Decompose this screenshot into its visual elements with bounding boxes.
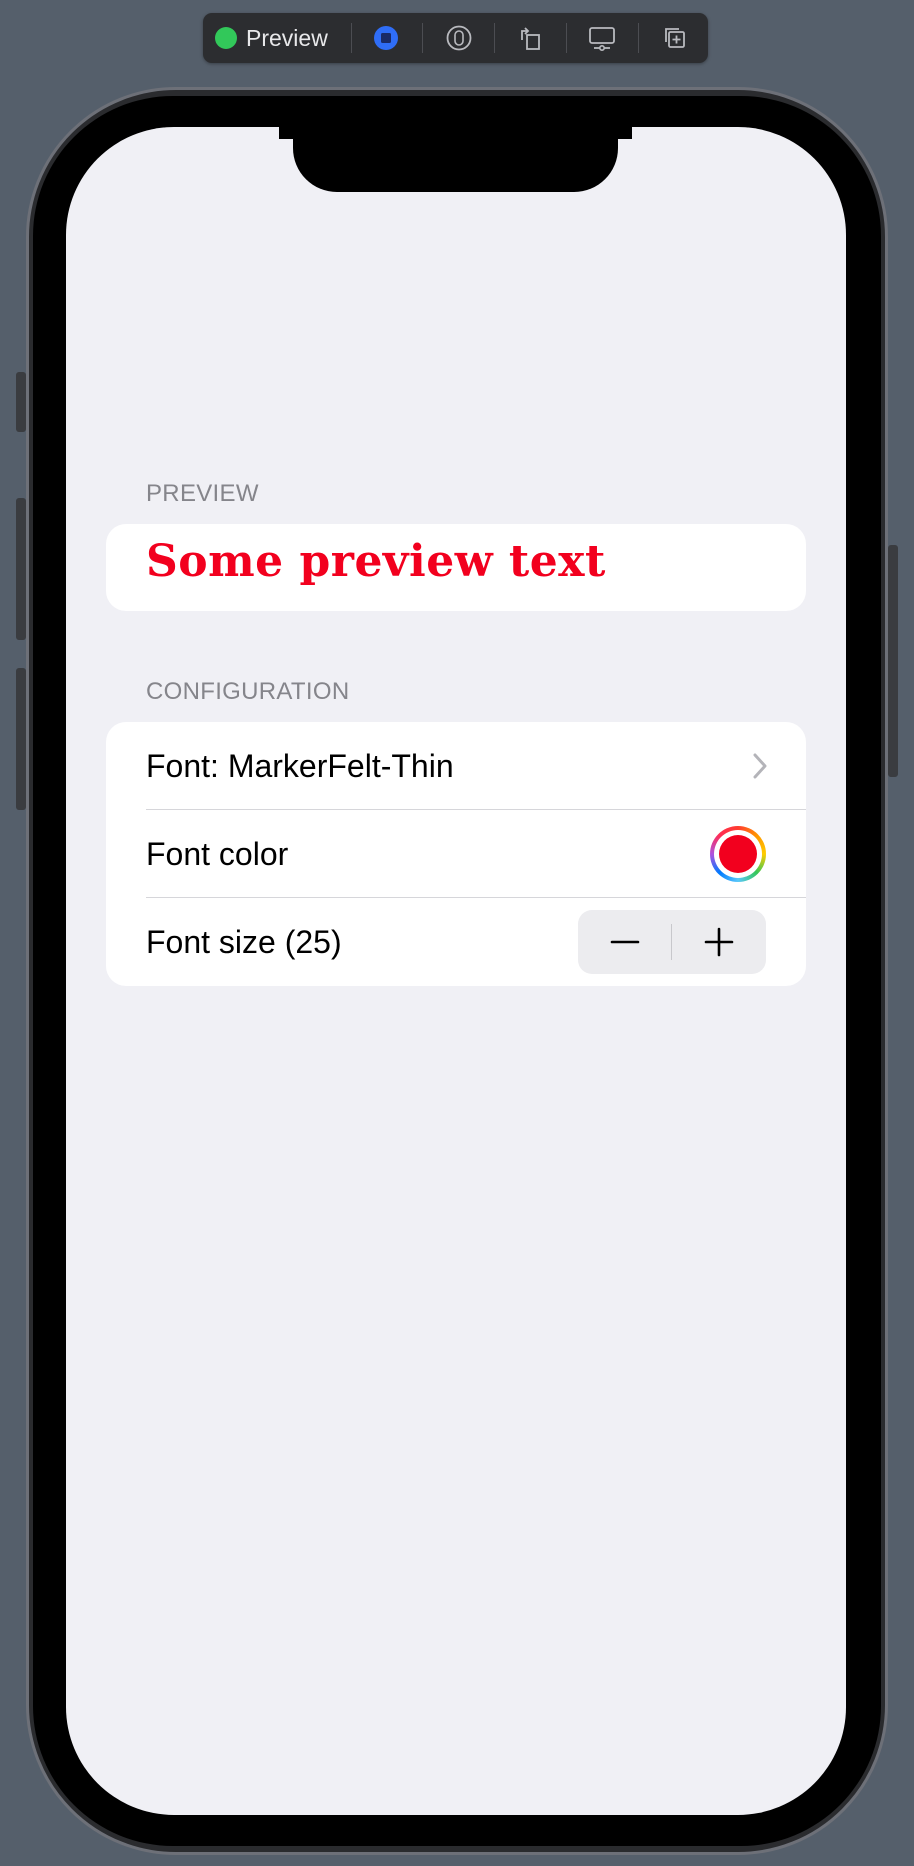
live-mode-button[interactable]	[366, 22, 406, 54]
device-settings-button[interactable]	[582, 22, 622, 54]
duplicate-preview-button[interactable]	[654, 22, 694, 54]
font-row[interactable]: Font: MarkerFelt-Thin	[106, 722, 806, 810]
font-size-label: Font size (25)	[146, 924, 342, 960]
chevron-right-icon	[753, 753, 767, 779]
notch	[293, 127, 618, 192]
device-screen: PREVIEW Some preview text CONFIGURATION …	[66, 127, 846, 1815]
decrement-button[interactable]	[578, 910, 672, 974]
live-preview-icon	[374, 26, 398, 50]
font-row-label: Font: MarkerFelt-Thin	[146, 748, 454, 784]
color-picker-well[interactable]	[710, 826, 766, 882]
preview-label: Preview	[246, 24, 328, 51]
increment-button[interactable]	[672, 910, 766, 974]
plus-icon	[704, 927, 734, 957]
toolbar-divider	[494, 23, 495, 53]
selectable-mode-button[interactable]	[439, 22, 479, 54]
font-size-stepper	[578, 910, 766, 974]
live-status-dot	[215, 27, 237, 49]
toolbar-divider	[351, 23, 352, 53]
preview-card: Some preview text	[106, 524, 806, 611]
font-size-row: Font size (25)	[106, 898, 806, 986]
silent-switch	[16, 372, 26, 432]
live-preview-status[interactable]: Preview	[215, 13, 328, 63]
rotate-icon	[521, 27, 540, 50]
configuration-card: Font: MarkerFelt-Thin Font color Font si…	[106, 722, 806, 986]
selected-color-swatch	[719, 835, 757, 873]
rotate-device-button[interactable]	[510, 22, 550, 54]
power-button	[888, 545, 898, 777]
configuration-section-header: CONFIGURATION	[146, 678, 350, 705]
toolbar-divider	[422, 23, 423, 53]
volume-down-button	[16, 668, 26, 810]
volume-up-button	[16, 498, 26, 640]
toolbar-divider	[566, 23, 567, 53]
selectable-icon	[446, 25, 472, 51]
minus-icon	[610, 940, 640, 944]
duplicate-icon	[665, 28, 685, 48]
font-color-row: Font color	[106, 810, 806, 898]
device-settings-icon	[589, 27, 615, 51]
preview-section-header: PREVIEW	[146, 480, 259, 507]
preview-toolbar: Preview	[203, 13, 708, 63]
preview-text: Some preview text	[146, 536, 606, 587]
font-color-label: Font color	[146, 836, 289, 872]
toolbar-divider	[638, 23, 639, 53]
